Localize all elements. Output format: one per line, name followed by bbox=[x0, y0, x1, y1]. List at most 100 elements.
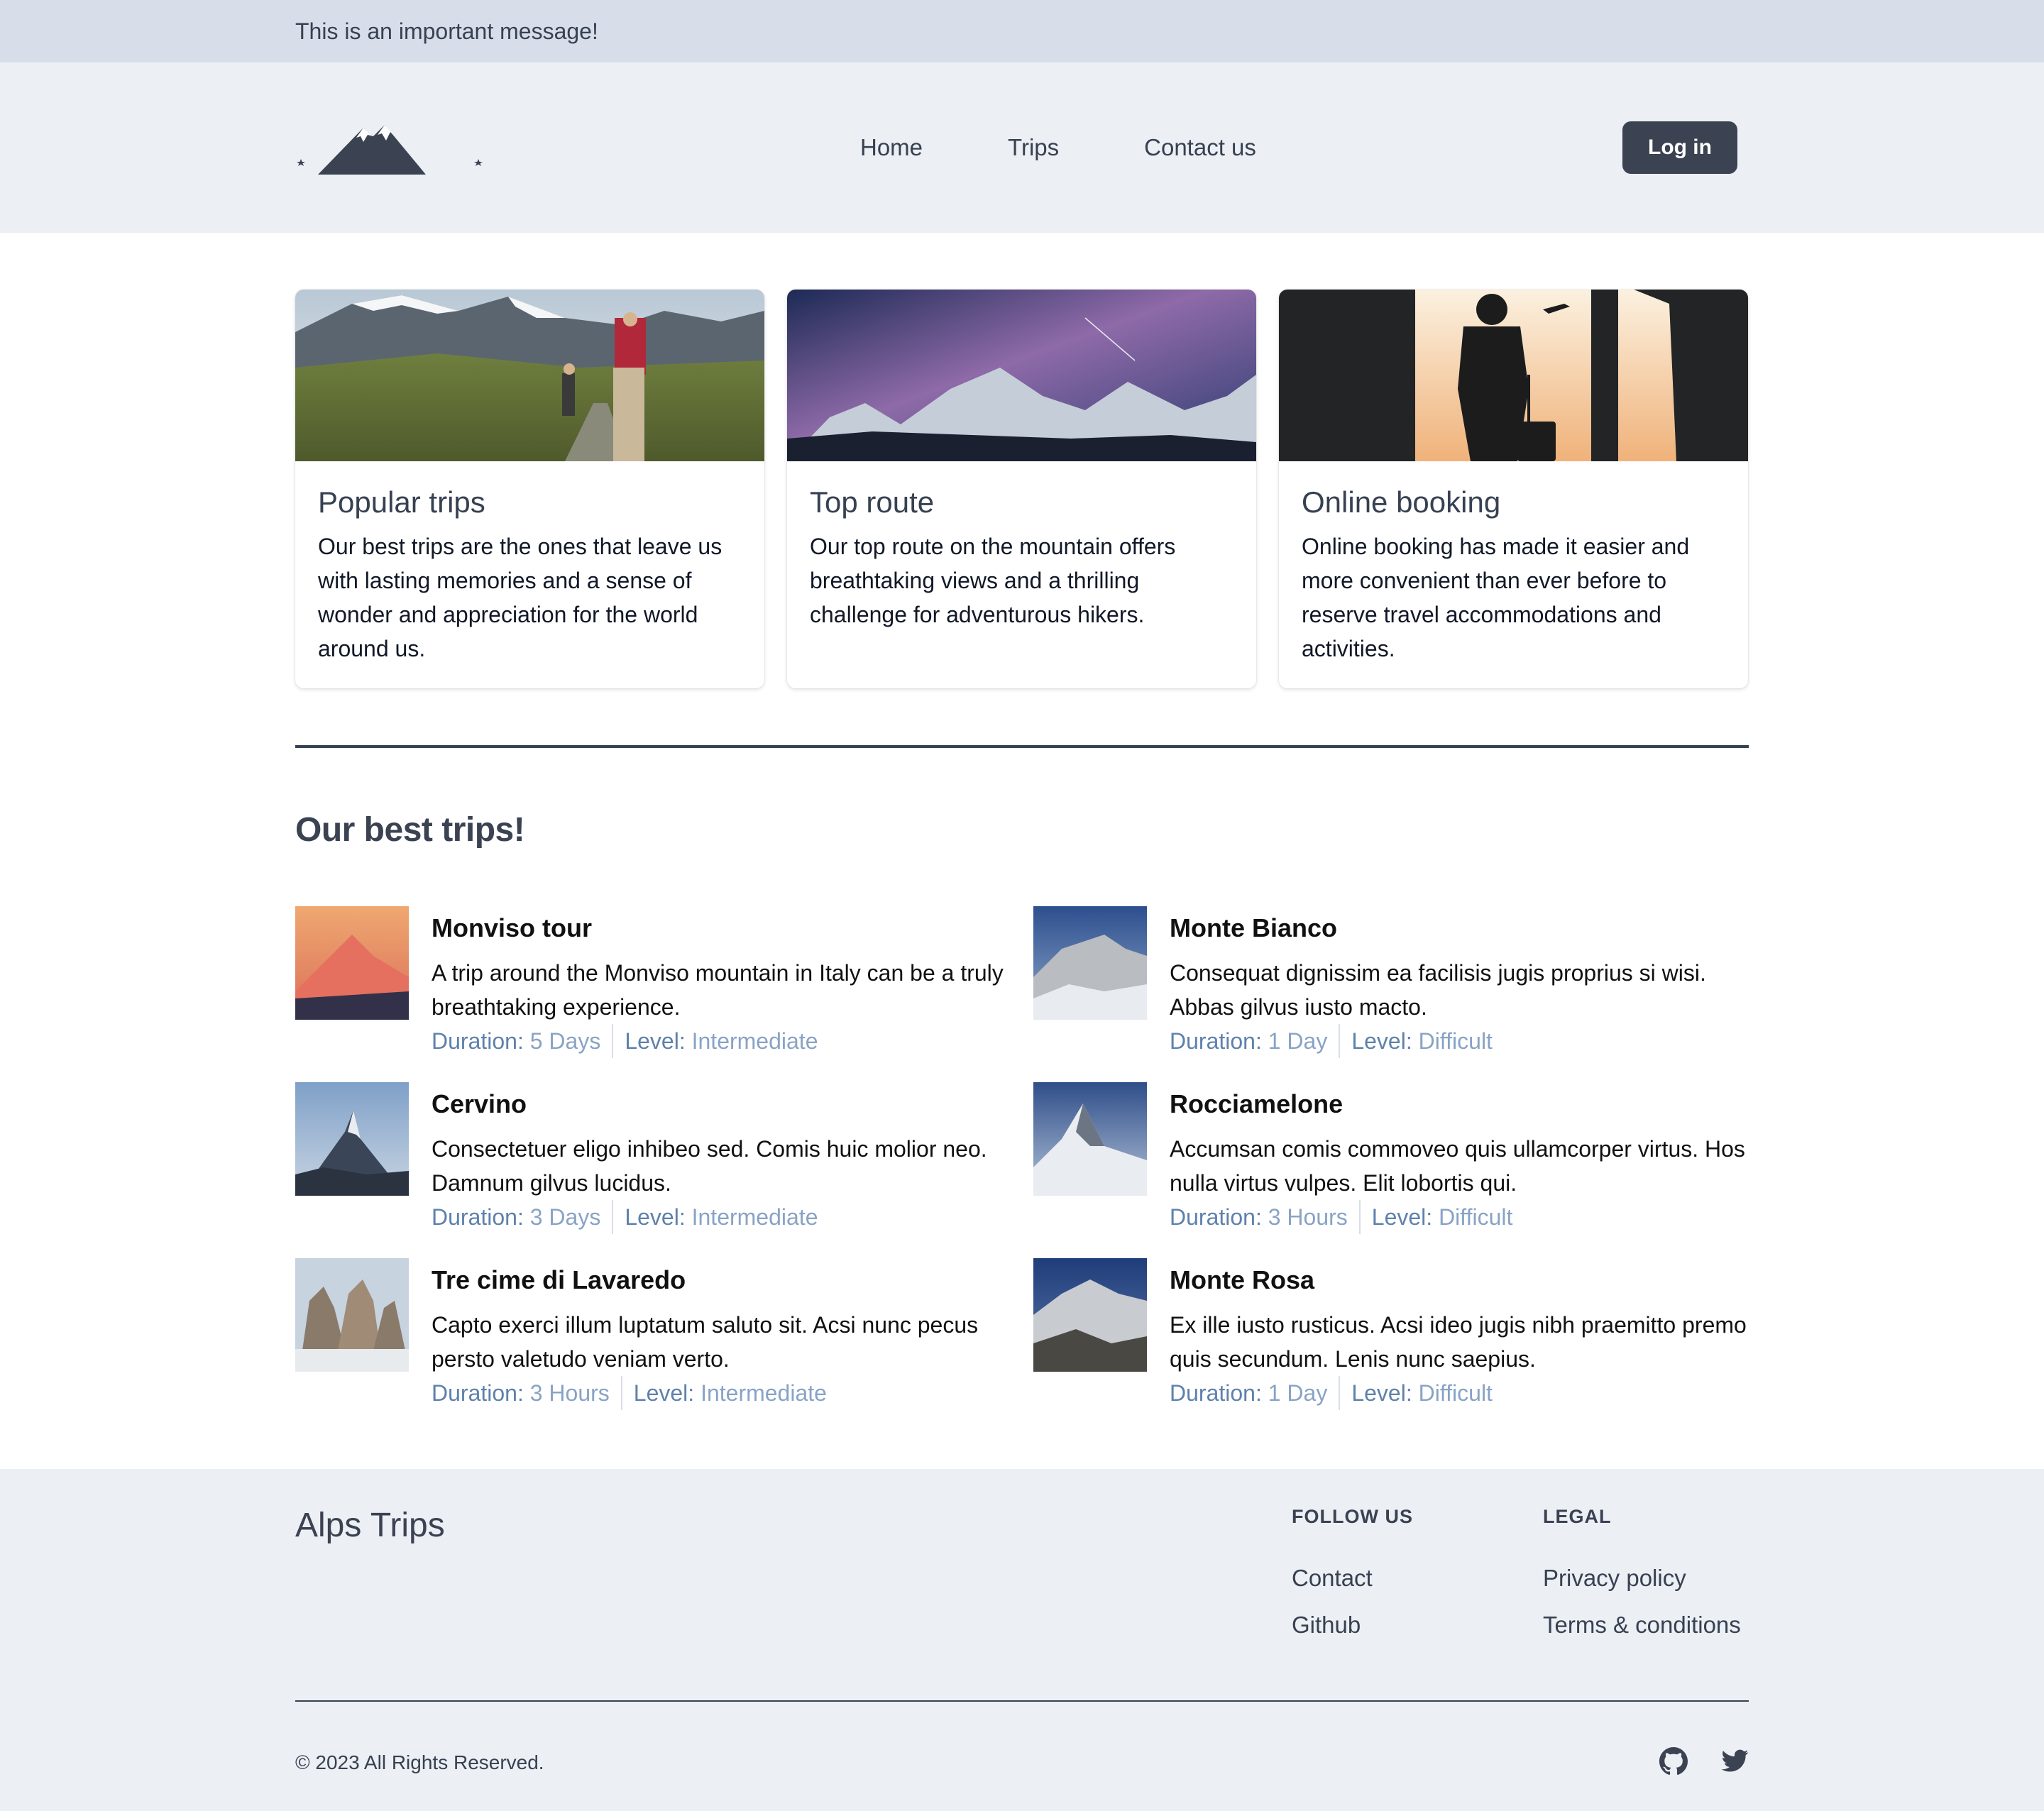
level-label: Level: bbox=[625, 1204, 686, 1230]
trip-item[interactable]: Tre cime di Lavaredo Capto exerci illum … bbox=[295, 1258, 1033, 1410]
login-button[interactable]: Log in bbox=[1622, 121, 1737, 174]
level-label: Level: bbox=[633, 1380, 695, 1406]
github-icon[interactable] bbox=[1659, 1747, 1688, 1776]
trip-item[interactable]: Cervino Consectetuer eligo inhibeo sed. … bbox=[295, 1082, 1033, 1234]
nav-contact-us[interactable]: Contact us bbox=[1144, 134, 1256, 161]
duration-label: Duration: bbox=[1170, 1380, 1262, 1406]
trip-name: Monte Bianco bbox=[1170, 913, 1338, 942]
trip-name: Tre cime di Lavaredo bbox=[432, 1265, 686, 1294]
meta-separator bbox=[1358, 1200, 1361, 1234]
feature-title: Top route bbox=[810, 485, 935, 519]
duration-value: 1 Day bbox=[1268, 1028, 1328, 1054]
best-trips-heading: Our best trips! bbox=[295, 811, 525, 849]
trip-meta: Duration: 3 Hours Level: Difficult bbox=[1170, 1200, 1749, 1234]
meta-separator bbox=[612, 1024, 614, 1058]
footer-link-contact[interactable]: Contact bbox=[1292, 1565, 1413, 1592]
feature-text: Our top route on the mountain offers bre… bbox=[810, 534, 1176, 627]
level-label: Level: bbox=[1371, 1204, 1433, 1230]
feature-cards: Popular trips Our best trips are the one… bbox=[295, 290, 1749, 688]
trip-description: A trip around the Monviso mountain in It… bbox=[432, 960, 1004, 1020]
footer-heading: FOLLOW US bbox=[1292, 1506, 1413, 1527]
traveler-silhouette-photo bbox=[1279, 290, 1748, 461]
meta-separator bbox=[1339, 1376, 1341, 1410]
trip-thumbnail bbox=[295, 1082, 409, 1196]
feature-card-top-route[interactable]: Top route Our top route on the mountain … bbox=[787, 290, 1256, 688]
announcement-banner: This is an important message! bbox=[0, 0, 2044, 62]
trip-meta: Duration: 3 Days Level: Intermediate bbox=[432, 1200, 1033, 1234]
level-value: Intermediate bbox=[700, 1380, 827, 1406]
level-label: Level: bbox=[1351, 1028, 1412, 1054]
feature-card-popular-trips[interactable]: Popular trips Our best trips are the one… bbox=[295, 290, 764, 688]
level-value: Difficult bbox=[1439, 1204, 1513, 1230]
trip-thumbnail bbox=[295, 1258, 409, 1372]
footer-follow-us: FOLLOW US Contact Github bbox=[1292, 1506, 1413, 1639]
trip-description: Accumsan comis commoveo quis ullamcorper… bbox=[1170, 1136, 1745, 1196]
section-divider bbox=[295, 745, 1749, 748]
feature-title: Popular trips bbox=[318, 485, 485, 519]
footer-legal: LEGAL Privacy policy Terms & conditions bbox=[1543, 1506, 1741, 1639]
duration-label: Duration: bbox=[1170, 1028, 1262, 1054]
trip-item[interactable]: Monte Rosa Ex ille iusto rusticus. Acsi … bbox=[1033, 1258, 1749, 1410]
night-mountain-photo bbox=[787, 290, 1256, 461]
level-value: Intermediate bbox=[691, 1204, 818, 1230]
meta-separator bbox=[620, 1376, 622, 1410]
feature-text: Our best trips are the ones that leave u… bbox=[318, 534, 722, 661]
level-value: Difficult bbox=[1418, 1380, 1493, 1406]
duration-label: Duration: bbox=[432, 1380, 524, 1406]
main-nav: Home Trips Contact us bbox=[860, 134, 1256, 161]
meta-separator bbox=[1339, 1024, 1341, 1058]
trip-description: Ex ille iusto rusticus. Acsi ideo jugis … bbox=[1170, 1312, 1747, 1372]
duration-value: 1 Day bbox=[1268, 1380, 1328, 1406]
trip-meta: Duration: 1 Day Level: Difficult bbox=[1170, 1024, 1749, 1058]
trip-name: Rocciamelone bbox=[1170, 1089, 1344, 1118]
level-label: Level: bbox=[625, 1028, 686, 1054]
hikers-photo bbox=[295, 290, 764, 461]
feature-card-online-booking[interactable]: Online booking Online booking has made i… bbox=[1279, 290, 1748, 688]
trip-item[interactable]: Monviso tour A trip around the Monviso m… bbox=[295, 906, 1033, 1058]
trip-description: Consequat dignissim ea facilisis jugis p… bbox=[1170, 960, 1706, 1020]
footer-link-terms[interactable]: Terms & conditions bbox=[1543, 1612, 1741, 1639]
nav-home[interactable]: Home bbox=[860, 134, 923, 161]
trip-meta: Duration: 3 Hours Level: Intermediate bbox=[432, 1376, 1033, 1410]
trip-thumbnail bbox=[1033, 1258, 1147, 1372]
trip-name: Monviso tour bbox=[432, 913, 592, 942]
feature-title: Online booking bbox=[1302, 485, 1501, 519]
banner-message: This is an important message! bbox=[295, 18, 598, 44]
site-footer: Alps Trips FOLLOW US Contact Github LEGA… bbox=[0, 1469, 2044, 1811]
trip-description: Consectetuer eligo inhibeo sed. Comis hu… bbox=[432, 1136, 987, 1196]
trip-item[interactable]: Rocciamelone Accumsan comis commoveo qui… bbox=[1033, 1082, 1749, 1234]
footer-heading: LEGAL bbox=[1543, 1506, 1612, 1527]
site-header: Home Trips Contact us Log in bbox=[0, 62, 2044, 233]
trip-thumbnail bbox=[295, 906, 409, 1020]
duration-value: 3 Hours bbox=[1268, 1204, 1348, 1230]
footer-link-github[interactable]: Github bbox=[1292, 1612, 1413, 1639]
feature-text: Online booking has made it easier and mo… bbox=[1302, 534, 1690, 661]
copyright: © 2023 All Rights Reserved. bbox=[295, 1751, 544, 1773]
trip-item[interactable]: Monte Bianco Consequat dignissim ea faci… bbox=[1033, 906, 1749, 1058]
meta-separator bbox=[612, 1200, 614, 1234]
duration-label: Duration: bbox=[432, 1204, 524, 1230]
duration-value: 5 Days bbox=[529, 1028, 601, 1054]
duration-value: 3 Days bbox=[529, 1204, 601, 1230]
duration-value: 3 Hours bbox=[529, 1380, 610, 1406]
trip-name: Monte Rosa bbox=[1170, 1265, 1315, 1294]
duration-label: Duration: bbox=[432, 1028, 524, 1054]
footer-brand: Alps Trips bbox=[295, 1507, 445, 1544]
footer-divider bbox=[295, 1700, 1749, 1702]
mountain-logo-icon[interactable] bbox=[295, 122, 487, 179]
trip-meta: Duration: 1 Day Level: Difficult bbox=[1170, 1376, 1749, 1410]
duration-label: Duration: bbox=[1170, 1204, 1262, 1230]
main-content: Popular trips Our best trips are the one… bbox=[295, 290, 1749, 1410]
level-value: Difficult bbox=[1418, 1028, 1493, 1054]
trip-thumbnail bbox=[1033, 906, 1147, 1020]
trips-list: Monviso tour A trip around the Monviso m… bbox=[295, 906, 1749, 1410]
trip-thumbnail bbox=[1033, 1082, 1147, 1196]
twitter-icon[interactable] bbox=[1722, 1747, 1749, 1774]
level-value: Intermediate bbox=[691, 1028, 818, 1054]
nav-trips[interactable]: Trips bbox=[1008, 134, 1059, 161]
trip-name: Cervino bbox=[432, 1089, 527, 1118]
trip-description: Capto exerci illum luptatum saluto sit. … bbox=[432, 1312, 979, 1372]
footer-link-privacy-policy[interactable]: Privacy policy bbox=[1543, 1565, 1741, 1592]
level-label: Level: bbox=[1351, 1380, 1412, 1406]
trip-meta: Duration: 5 Days Level: Intermediate bbox=[432, 1024, 1033, 1058]
